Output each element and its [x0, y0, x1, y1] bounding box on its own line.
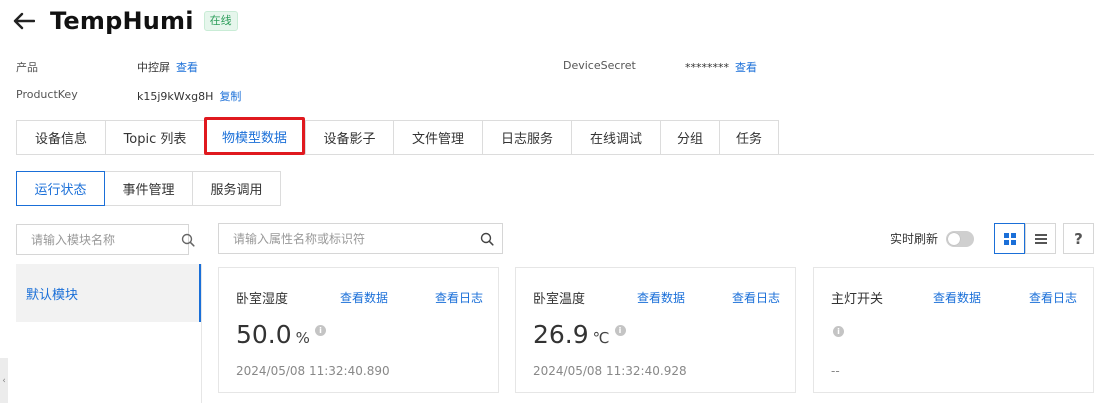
info-icon[interactable]: i [833, 326, 844, 337]
list-view-button[interactable] [1025, 223, 1056, 254]
grid-view-button[interactable] [994, 223, 1025, 254]
grid-icon [1003, 232, 1016, 245]
tab-tsl-data[interactable]: 物模型数据 [204, 117, 305, 155]
product-value-row: 中控屏 查看 [137, 59, 198, 75]
devicesecret-label: DeviceSecret [563, 59, 636, 72]
page-header: TempHumi 在线 [12, 6, 238, 36]
view-data-link[interactable]: 查看数据 [637, 289, 685, 306]
tab-topic-list[interactable]: Topic 列表 [105, 120, 204, 155]
property-value: 50.0 [236, 320, 292, 349]
tab-task[interactable]: 任务 [719, 120, 779, 155]
devicesecret-value-row: ******** 查看 [685, 59, 757, 75]
property-search-box [218, 223, 503, 254]
search-icon[interactable] [181, 225, 195, 254]
devicesecret-view-link[interactable]: 查看 [735, 61, 757, 74]
realtime-refresh: 实时刷新 [890, 230, 975, 247]
property-value-row: i [831, 326, 844, 337]
tab-device-info[interactable]: 设备信息 [16, 120, 105, 155]
property-timestamp: 2024/05/08 11:32:40.928 [533, 364, 687, 378]
productkey-label: ProductKey [16, 88, 78, 101]
tab-log-service[interactable]: 日志服务 [482, 120, 571, 155]
property-value-row: 50.0 % i [236, 320, 326, 349]
productkey-value-row: k15j9kWxg8H 复制 [137, 88, 241, 104]
view-data-link[interactable]: 查看数据 [933, 289, 981, 306]
devicesecret-value: ******** [685, 61, 729, 74]
property-card: 主灯开关 查看数据 查看日志 i -- [813, 267, 1094, 393]
view-log-link[interactable]: 查看日志 [435, 289, 483, 306]
view-log-link[interactable]: 查看日志 [732, 289, 780, 306]
property-card: 卧室温度 查看数据 查看日志 26.9 ℃ i 2024/05/08 11:32… [515, 267, 796, 393]
property-timestamp: -- [831, 364, 840, 378]
view-data-link[interactable]: 查看数据 [340, 289, 388, 306]
view-log-link[interactable]: 查看日志 [1029, 289, 1077, 306]
tab-group[interactable]: 分组 [660, 120, 719, 155]
divider [201, 264, 202, 403]
property-value: 26.9 [533, 320, 589, 349]
module-search-input[interactable] [17, 225, 181, 254]
list-icon [1034, 233, 1047, 244]
subtab-service-call[interactable]: 服务调用 [192, 171, 281, 206]
productkey-copy-link[interactable]: 复制 [219, 90, 241, 103]
property-card: 卧室湿度 查看数据 查看日志 50.0 % i 2024/05/08 11:32… [218, 267, 499, 393]
property-timestamp: 2024/05/08 11:32:40.890 [236, 364, 390, 378]
tab-file-management[interactable]: 文件管理 [393, 120, 482, 155]
info-icon[interactable]: i [614, 325, 626, 336]
search-icon[interactable] [472, 224, 502, 253]
property-value-row: 26.9 ℃ i [533, 320, 626, 349]
productkey-value: k15j9kWxg8H [137, 90, 214, 103]
back-arrow-icon[interactable] [12, 9, 36, 33]
product-value: 中控屏 [137, 61, 170, 74]
property-name: 卧室温度 [533, 292, 586, 307]
property-name: 主灯开关 [831, 292, 884, 307]
product-view-link[interactable]: 查看 [176, 61, 198, 74]
product-label: 产品 [16, 61, 38, 74]
device-title: TempHumi [50, 7, 194, 35]
tab-device-shadow[interactable]: 设备影子 [305, 120, 393, 155]
tab-online-debug[interactable]: 在线调试 [571, 120, 660, 155]
status-badge: 在线 [203, 11, 238, 31]
sub-tabs: 运行状态 事件管理 服务调用 [16, 171, 281, 206]
subtab-running-status[interactable]: 运行状态 [16, 171, 105, 206]
realtime-refresh-label: 实时刷新 [890, 232, 939, 246]
help-button[interactable]: ? [1063, 223, 1094, 254]
property-unit: % [295, 329, 310, 347]
info-icon[interactable]: i [314, 325, 326, 336]
sidebar-expand-handle[interactable]: ‹ [0, 358, 8, 403]
module-search-box [16, 224, 195, 255]
main-tabs: 设备信息 Topic 列表 物模型数据 设备影子 文件管理 日志服务 在线调试 … [16, 117, 1094, 155]
property-unit: ℃ [592, 329, 610, 347]
subtab-event-management[interactable]: 事件管理 [104, 171, 193, 206]
property-name: 卧室湿度 [236, 292, 289, 307]
module-item-default[interactable]: 默认模块 [16, 264, 201, 322]
property-search-input[interactable] [219, 224, 472, 253]
realtime-refresh-toggle[interactable] [946, 230, 975, 247]
